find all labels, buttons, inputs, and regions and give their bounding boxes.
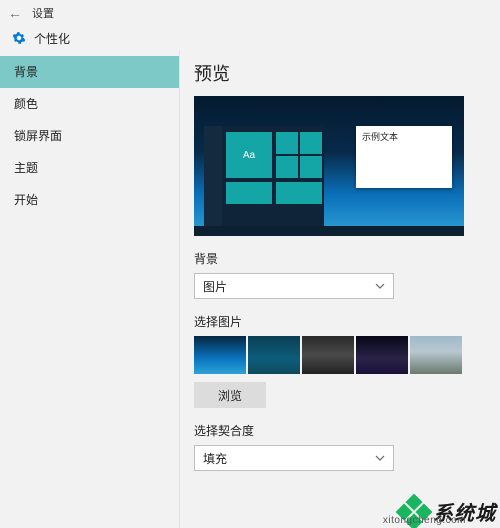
main-pane: 预览 Aa 示例文本 背景 图片 [180,50,500,528]
sidebar-item-label: 主题 [14,161,38,175]
picture-thumbnails [194,336,486,374]
preview-tile-sample: Aa [226,132,272,178]
chevron-down-icon [375,453,385,463]
fit-value: 填充 [203,450,227,467]
preview-sample-text: 示例文本 [362,132,398,142]
topbar: ← 设置 [0,0,500,26]
thumbnail[interactable] [194,336,246,374]
preview-heading: 预览 [194,60,486,86]
content-area: 背景 颜色 锁屏界面 主题 开始 预览 Aa [0,50,500,528]
sidebar-item-label: 锁屏界面 [14,129,62,143]
choose-picture-label: 选择图片 [194,313,486,330]
category-header: 个性化 [0,26,500,50]
chevron-down-icon [375,281,385,291]
gear-icon [12,31,26,45]
fit-label: 选择契合度 [194,422,486,439]
preview-start-menu: Aa [204,126,324,226]
sidebar-item-background[interactable]: 背景 [0,56,179,88]
thumbnail[interactable] [248,336,300,374]
background-value: 图片 [203,278,227,295]
sidebar-item-start[interactable]: 开始 [0,184,179,216]
browse-button[interactable]: 浏览 [194,382,266,408]
wallpaper-preview: Aa 示例文本 [194,96,464,236]
preview-taskbar [194,226,464,236]
thumbnail[interactable] [356,336,408,374]
thumbnail[interactable] [410,336,462,374]
sidebar-item-colors[interactable]: 颜色 [0,88,179,120]
sidebar: 背景 颜色 锁屏界面 主题 开始 [0,50,180,528]
sidebar-item-label: 背景 [14,65,38,79]
category-title: 个性化 [34,30,70,47]
sidebar-item-themes[interactable]: 主题 [0,152,179,184]
settings-window: ← 设置 个性化 背景 颜色 锁屏界面 主题 开始 预 [0,0,500,528]
sidebar-item-label: 开始 [14,193,38,207]
fit-combobox[interactable]: 填充 [194,445,394,471]
sidebar-item-lockscreen[interactable]: 锁屏界面 [0,120,179,152]
back-button[interactable]: ← [8,5,26,21]
thumbnail[interactable] [302,336,354,374]
background-combobox[interactable]: 图片 [194,273,394,299]
browse-label: 浏览 [218,389,242,403]
background-label: 背景 [194,250,486,267]
app-title: 设置 [32,5,54,21]
sidebar-item-label: 颜色 [14,97,38,111]
preview-sample-window: 示例文本 [356,126,452,188]
